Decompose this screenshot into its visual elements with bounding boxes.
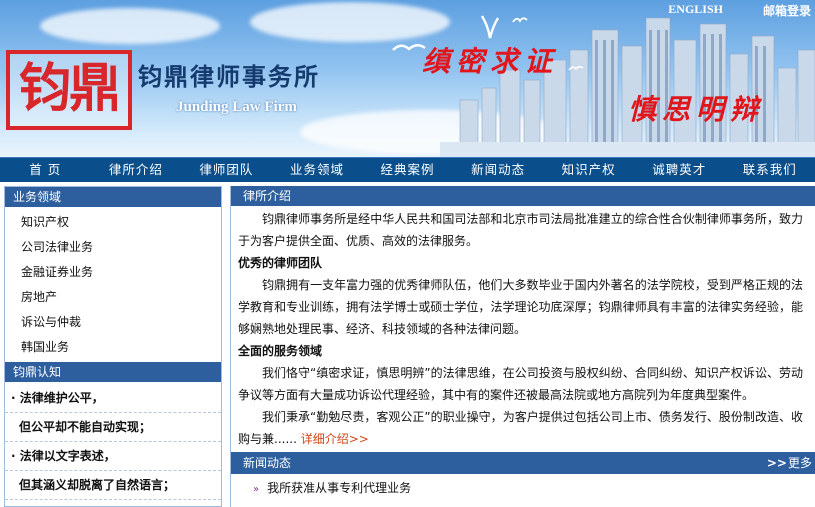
intro-body: 钧鼎律师事务所是经中华人民共和国司法部和北京市司法局批准建立的综合性合伙制律师事… (231, 206, 815, 450)
nav-item-lawyer-team[interactable]: 律师团队 (181, 158, 272, 182)
intro-paragraph: 钧鼎律师事务所是经中华人民共和国司法部和北京市司法局批准建立的综合性合伙制律师事… (238, 212, 803, 248)
seagull-icon (392, 44, 426, 51)
nav-item-careers[interactable]: 诚聘英才 (634, 158, 725, 182)
sidebar-business-list: 知识产权 公司法律业务 金融证券业务 房地产 诉讼与仲裁 韩国业务 (5, 207, 221, 362)
nav-item-home[interactable]: 首 页 (0, 158, 91, 182)
sidebar-item-corporate[interactable]: 公司法律业务 (5, 235, 221, 260)
nav-item-news[interactable]: 新闻动态 (453, 158, 544, 182)
news-more-link[interactable]: >>更多 (767, 452, 812, 474)
nav-item-practice-areas[interactable]: 业务领域 (272, 158, 363, 182)
news-heading: 新闻动态 >>更多 (231, 452, 815, 474)
sidebar-item-securities[interactable]: 金融证券业务 (5, 260, 221, 285)
section-subtitle: 优秀的律师团队 (238, 256, 323, 270)
cloud-decoration (40, 8, 220, 44)
recognition-line: 但其涵义却脱离了自然语言； (5, 471, 221, 500)
sidebar-business-heading: 业务领域 (5, 187, 221, 207)
section-subtitle: 全面的服务领域 (238, 344, 323, 358)
slogan-secondary: 慎思明辩 (628, 93, 765, 126)
firm-name-chinese: 钧鼎律师事务所 (138, 62, 320, 91)
sidebar-item-litigation[interactable]: 诉讼与仲裁 (5, 310, 221, 335)
news-list: » 我所获准从事专利代理业务 (231, 476, 815, 500)
news-item[interactable]: » 我所获准从事专利代理业务 (231, 476, 815, 500)
news-more-label: 更多 (787, 456, 812, 470)
seagull-icon (568, 65, 584, 71)
seagull-icon (512, 17, 528, 23)
header-banner: 钧鼎 钧鼎律师事务所 Junding Law Firm 缜密求证 慎思明辩 EN… (0, 0, 815, 157)
mail-login-link[interactable]: 邮箱登录 (763, 2, 811, 19)
team-paragraph: 钧鼎拥有一支年富力强的优秀律师队伍，他们大多数毕业于国内外著名的法学院校，受到严… (238, 278, 803, 336)
double-chevron-bullet-icon: » (253, 484, 260, 495)
detail-intro-link[interactable]: 详细介绍>> (301, 432, 369, 446)
nav-item-contact[interactable]: 联系我们 (725, 158, 815, 182)
main-content: 律所介绍 钧鼎律师事务所是经中华人民共和国司法部和北京市司法局批准建立的综合性合… (230, 186, 815, 507)
recognition-line: 但公平却不能自动实现； (5, 413, 221, 442)
english-link[interactable]: ENGLISH (668, 2, 723, 19)
news-item-title: 我所获准从事专利代理业务 (267, 481, 412, 495)
intro-heading: 律所介绍 (231, 186, 815, 206)
firm-name-english: Junding Law Firm (176, 99, 297, 115)
recognition-line: · 法律维护公平， (5, 384, 221, 413)
sidebar-item-ip[interactable]: 知识产权 (5, 210, 221, 235)
sidebar: 业务领域 知识产权 公司法律业务 金融证券业务 房地产 诉讼与仲裁 韩国业务 钧… (4, 186, 222, 507)
sidebar-item-real-estate[interactable]: 房地产 (5, 285, 221, 310)
services-paragraph: 我们恪守“缜密求证，慎思明辨”的法律思维，在公司投资与股权纠纷、合同纠纷、知识产… (238, 366, 803, 402)
cloud-decoration (250, 2, 450, 42)
nav-item-ip[interactable]: 知识产权 (543, 158, 634, 182)
main-nav: 首 页 律所介绍 律师团队 业务领域 经典案例 新闻动态 知识产权 诚聘英才 联… (0, 157, 815, 182)
sidebar-recognition-list: · 法律维护公平， 但公平却不能自动实现； · 法律以文字表述， 但其涵义却脱离… (5, 382, 221, 500)
slogan-primary: 缜密求证 (422, 45, 559, 78)
nav-item-classic-cases[interactable]: 经典案例 (362, 158, 453, 182)
firm-logo-seal: 钧鼎 (6, 50, 132, 130)
news-title: 新闻动态 (243, 456, 292, 470)
ethics-paragraph: 我们秉承“勤勉尽责，客观公正”的职业操守，为客户提供过包括公司上市、债务发行、股… (238, 406, 803, 450)
sidebar-recognition-heading: 钧鼎认知 (5, 362, 221, 382)
nav-item-firm-intro[interactable]: 律所介绍 (91, 158, 182, 182)
double-chevron-right-icon: >> (766, 456, 787, 470)
recognition-line: · 法律以文字表述， (5, 442, 221, 471)
sidebar-item-korea[interactable]: 韩国业务 (5, 335, 221, 360)
seagull-icon (480, 15, 500, 39)
top-links: ENGLISH 邮箱登录 (668, 2, 811, 19)
